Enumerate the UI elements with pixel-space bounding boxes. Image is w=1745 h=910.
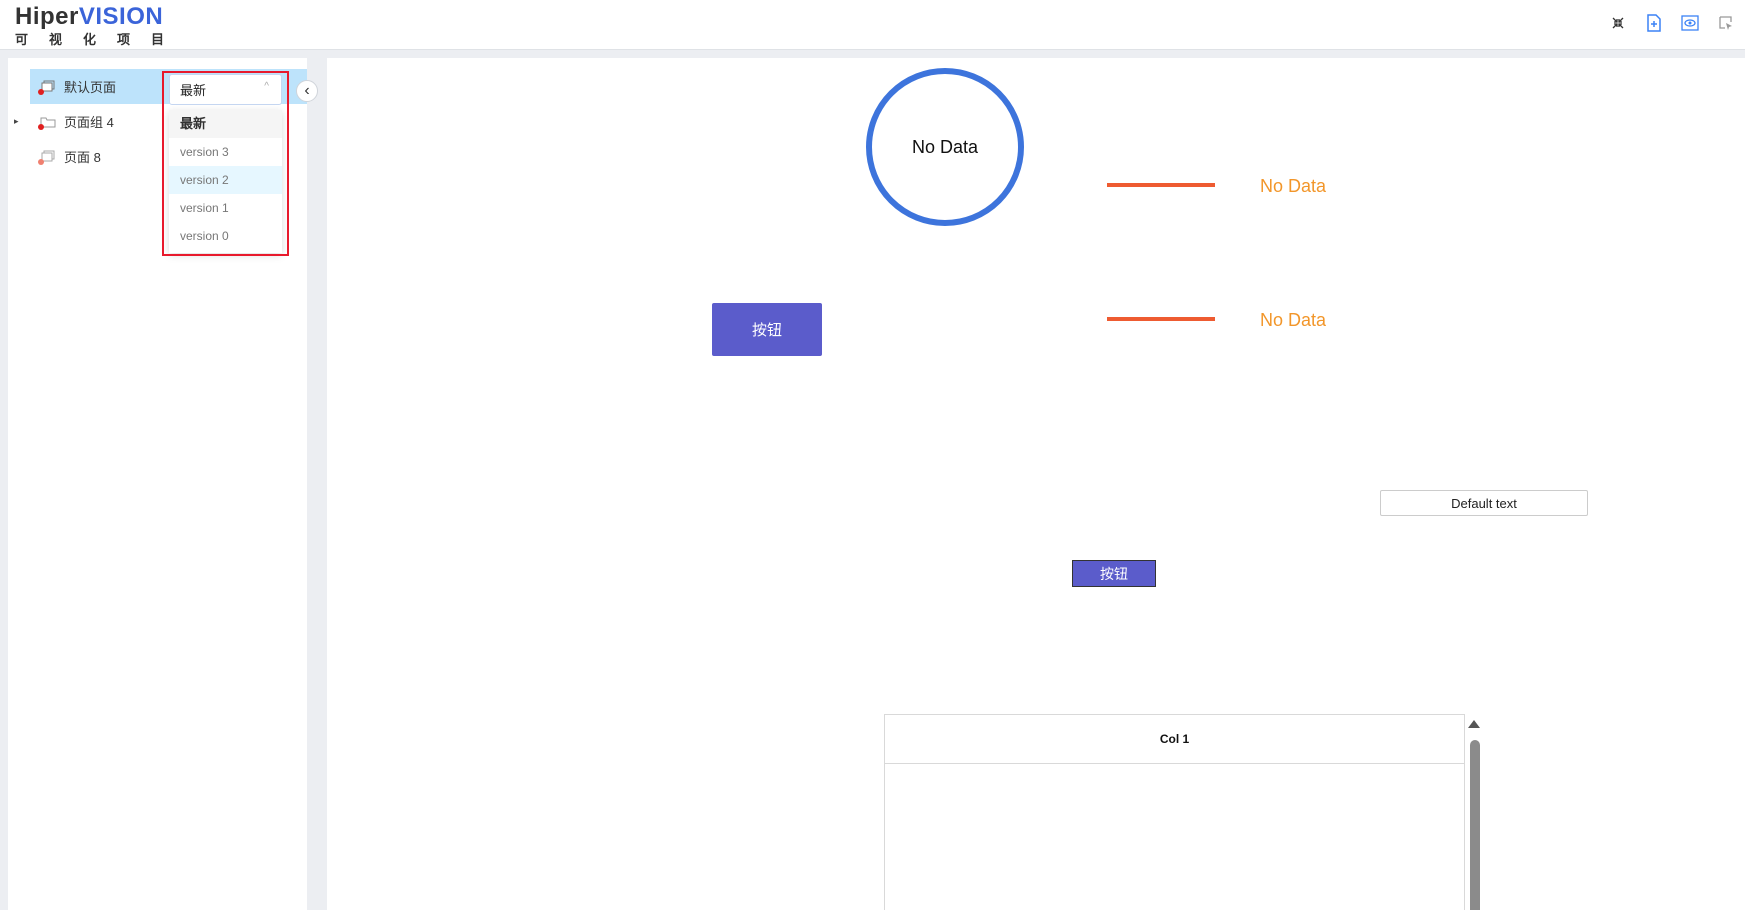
sidebar-collapse-button[interactable]: ‹	[296, 80, 318, 102]
document-icon[interactable]	[1643, 12, 1665, 34]
select-icon[interactable]	[1715, 12, 1737, 34]
version-option-3[interactable]: version 3	[169, 138, 282, 166]
ring-gauge-label: No Data	[911, 136, 979, 157]
data-table: Col 1	[884, 714, 1465, 910]
canvas-button-large[interactable]: 按钮	[712, 303, 822, 356]
logo-text-vision: VISION	[78, 3, 164, 30]
page-icon	[38, 80, 56, 95]
collapse-icon[interactable]	[1607, 12, 1629, 34]
toolbar	[1607, 12, 1737, 34]
tree-item-label: 页面 8	[64, 150, 101, 165]
ring-gauge[interactable]: No Data	[866, 68, 1024, 226]
expand-arrow-icon[interactable]: ▸	[14, 116, 19, 127]
tree-item-label: 默认页面	[64, 80, 117, 95]
line-chart-series-1[interactable]	[1107, 183, 1215, 187]
version-option-2[interactable]: version 2	[169, 166, 282, 194]
version-select-value: 最新	[180, 83, 207, 98]
version-dropdown: 最新 version 3 version 2 version 1 version…	[169, 110, 282, 253]
version-option-0[interactable]: version 0	[169, 222, 282, 250]
line-label-2: No Data	[1260, 310, 1327, 330]
preview-icon[interactable]	[1679, 12, 1701, 34]
line-label-1: No Data	[1260, 176, 1327, 196]
tree-item-label: 页面组 4	[64, 115, 114, 130]
table-header-col-1[interactable]: Col 1	[885, 715, 1464, 764]
page-icon	[38, 150, 56, 165]
text-input[interactable]	[1380, 490, 1588, 516]
folder-icon	[38, 115, 56, 130]
logo-text-hiper: Hiper	[15, 3, 79, 30]
scroll-up-arrow-icon[interactable]	[1468, 720, 1480, 728]
chevron-up-icon: ^	[264, 81, 269, 92]
chevron-left-icon: ‹	[304, 82, 310, 99]
canvas-button-small[interactable]: 按钮	[1072, 560, 1156, 587]
line-chart-series-2[interactable]	[1107, 317, 1215, 321]
version-select[interactable]: 最新 ^	[169, 74, 282, 105]
app-logo: HiperVISION 可视化项目	[15, 4, 185, 48]
version-option-latest[interactable]: 最新	[169, 110, 282, 138]
table-scrollbar[interactable]	[1470, 740, 1480, 910]
logo-subtitle: 可视化项目	[15, 32, 186, 47]
app-header: HiperVISION 可视化项目	[0, 0, 1745, 50]
version-option-1[interactable]: version 1	[169, 194, 282, 222]
